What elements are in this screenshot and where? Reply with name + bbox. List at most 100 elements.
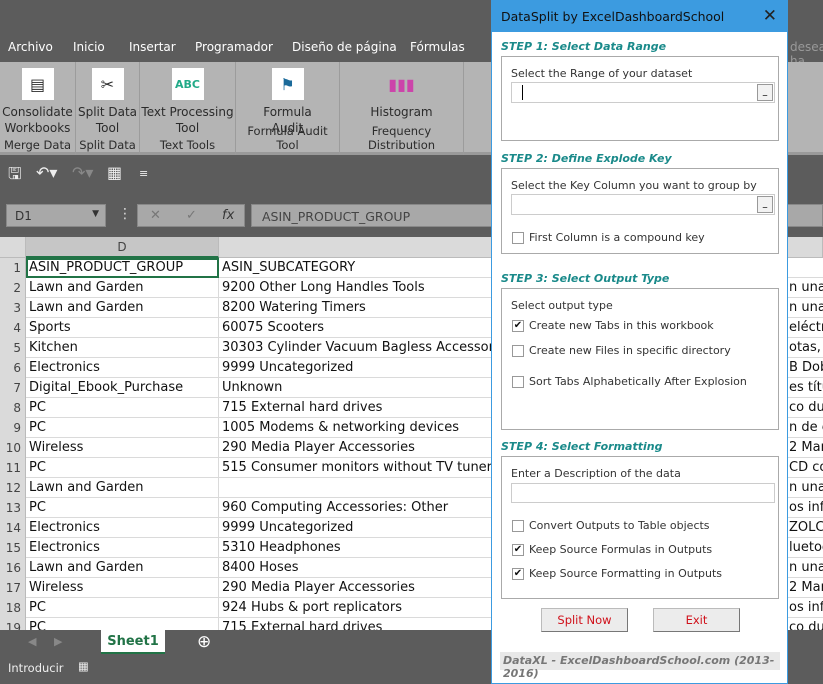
cell-d[interactable]: PC <box>26 398 219 418</box>
row-header[interactable]: 1 <box>0 258 26 278</box>
cell-e[interactable]: 1005 Modems & networking devices <box>219 418 499 438</box>
scroll-left-icon[interactable]: ◀ <box>28 635 36 648</box>
undo-icon[interactable]: ↶▾ <box>36 163 57 182</box>
cell-f[interactable]: B Dob <box>788 358 823 378</box>
cell-f[interactable]: ZOLC <box>788 518 823 538</box>
cell-d[interactable]: Wireless <box>26 578 219 598</box>
key-column-input[interactable]: _ <box>511 194 775 215</box>
cell-d[interactable]: Lawn and Garden <box>26 558 219 578</box>
cell-d[interactable]: Lawn and Garden <box>26 278 219 298</box>
range-input[interactable]: _ <box>511 82 775 103</box>
add-sheet-icon[interactable]: ⊕ <box>197 632 211 652</box>
cell-d[interactable]: Wireless <box>26 438 219 458</box>
cell-e[interactable]: ASIN_SUBCATEGORY <box>219 258 499 278</box>
cell-d[interactable]: Lawn and Garden <box>26 478 219 498</box>
cell-d[interactable]: Electronics <box>26 518 219 538</box>
sheet-tab-sheet1[interactable]: Sheet1 <box>101 630 165 654</box>
cell-e[interactable]: Unknown <box>219 378 499 398</box>
row-header[interactable]: 12 <box>0 478 26 498</box>
cell-d[interactable]: PC <box>26 418 219 438</box>
chevron-down-icon[interactable]: ▼ <box>92 209 99 219</box>
row-header[interactable]: 9 <box>0 418 26 438</box>
cell-e[interactable]: 290 Media Player Accessories <box>219 578 499 598</box>
formula-audit-button[interactable]: ⚑ Formula Audit Formula Audit Tool <box>236 62 340 155</box>
cell-d[interactable]: ASIN_PRODUCT_GROUP <box>26 258 219 278</box>
row-header[interactable]: 19 <box>0 618 26 630</box>
cell-e[interactable]: 715 External hard drives <box>219 398 499 418</box>
row-header[interactable]: 8 <box>0 398 26 418</box>
range-picker-button[interactable]: _ <box>757 84 773 101</box>
cell-f[interactable]: co dur <box>788 398 823 418</box>
option-checkbox[interactable]: ✔ <box>512 544 524 556</box>
cell-e[interactable]: 5310 Headphones <box>219 538 499 558</box>
cell-e[interactable]: 9200 Other Long Handles Tools <box>219 278 499 298</box>
cell-d[interactable]: Kitchen <box>26 338 219 358</box>
split-data-button[interactable]: ✂ Split Data Tool Split Data <box>76 62 140 155</box>
cell-f[interactable]: eléctr <box>788 318 823 338</box>
row-header[interactable]: 18 <box>0 598 26 618</box>
row-header[interactable]: 14 <box>0 518 26 538</box>
more-icon[interactable]: ⋮ <box>118 206 132 222</box>
tab-archivo[interactable]: Archivo <box>8 40 53 54</box>
cell-e[interactable]: 8200 Watering Timers <box>219 298 499 318</box>
cell-f[interactable]: os info <box>788 598 823 618</box>
cell-d[interactable]: Electronics <box>26 538 219 558</box>
key-picker-button[interactable]: _ <box>757 196 773 213</box>
tab-inicio[interactable]: Inicio <box>73 40 105 54</box>
row-header[interactable]: 17 <box>0 578 26 598</box>
cell-e[interactable]: 60075 Scooters <box>219 318 499 338</box>
close-icon[interactable]: ✕ <box>763 6 777 26</box>
tab-diseno[interactable]: Diseño de página <box>292 40 397 54</box>
cell-f[interactable]: n una : <box>788 298 823 318</box>
cell-f[interactable] <box>788 258 823 278</box>
tab-programador[interactable]: Programador <box>195 40 273 54</box>
cell-f[interactable]: CD cor <box>788 458 823 478</box>
consolidate-button[interactable]: ▤ Consolidate Workbooks Merge Data <box>0 62 76 155</box>
cell-d[interactable]: Lawn and Garden <box>26 298 219 318</box>
cell-e[interactable]: 715 External hard drives <box>219 618 499 630</box>
cell-f[interactable]: 2 Manc <box>788 438 823 458</box>
customize-qat-icon[interactable]: ≡ <box>139 167 148 180</box>
cell-d[interactable]: PC <box>26 458 219 478</box>
row-header[interactable]: 6 <box>0 358 26 378</box>
row-header[interactable]: 16 <box>0 558 26 578</box>
split-now-button[interactable]: Split Now <box>541 608 628 632</box>
cell-f[interactable]: 2 Manc <box>788 578 823 598</box>
row-header[interactable]: 15 <box>0 538 26 558</box>
histogram-button[interactable]: ▮▮▮ Histogram Frequency Distribution <box>340 62 464 155</box>
fx-icon[interactable]: fx <box>222 208 234 223</box>
cell-f[interactable]: es títu <box>788 378 823 398</box>
column-header-d[interactable]: D <box>26 237 219 258</box>
tab-formulas[interactable]: Fórmulas <box>410 40 465 54</box>
option-checkbox[interactable]: ✔ <box>512 568 524 580</box>
option-checkbox[interactable] <box>512 376 524 388</box>
option-checkbox[interactable] <box>512 345 524 357</box>
calculator-icon[interactable]: ▦ <box>107 163 122 182</box>
cell-e[interactable]: 8400 Hoses <box>219 558 499 578</box>
cell-f[interactable]: os info <box>788 498 823 518</box>
cell-e[interactable]: 9999 Uncategorized <box>219 518 499 538</box>
row-header[interactable]: 10 <box>0 438 26 458</box>
name-box[interactable]: D1 ▼ <box>6 204 106 227</box>
cell-e[interactable]: 515 Consumer monitors without TV tuner <box>219 458 499 478</box>
row-header[interactable]: 13 <box>0 498 26 518</box>
row-header[interactable]: 3 <box>0 298 26 318</box>
cell-d[interactable]: PC <box>26 598 219 618</box>
exit-button[interactable]: Exit <box>653 608 740 632</box>
compound-key-checkbox[interactable] <box>512 232 524 244</box>
cancel-icon[interactable]: ✕ <box>150 208 161 223</box>
cell-f[interactable]: luetoo <box>788 538 823 558</box>
cell-d[interactable]: PC <box>26 618 219 630</box>
row-header[interactable]: 4 <box>0 318 26 338</box>
cell-d[interactable]: PC <box>26 498 219 518</box>
description-input[interactable] <box>511 483 775 503</box>
cell-f[interactable]: co dur <box>788 618 823 630</box>
cell-e[interactable] <box>219 478 499 498</box>
tab-insertar[interactable]: Insertar <box>129 40 176 54</box>
row-header[interactable]: 11 <box>0 458 26 478</box>
cell-f[interactable]: n una : <box>788 478 823 498</box>
cell-f[interactable]: n una : <box>788 558 823 578</box>
cell-e[interactable]: 290 Media Player Accessories <box>219 438 499 458</box>
row-header[interactable]: 7 <box>0 378 26 398</box>
cell-e[interactable]: 960 Computing Accessories: Other <box>219 498 499 518</box>
